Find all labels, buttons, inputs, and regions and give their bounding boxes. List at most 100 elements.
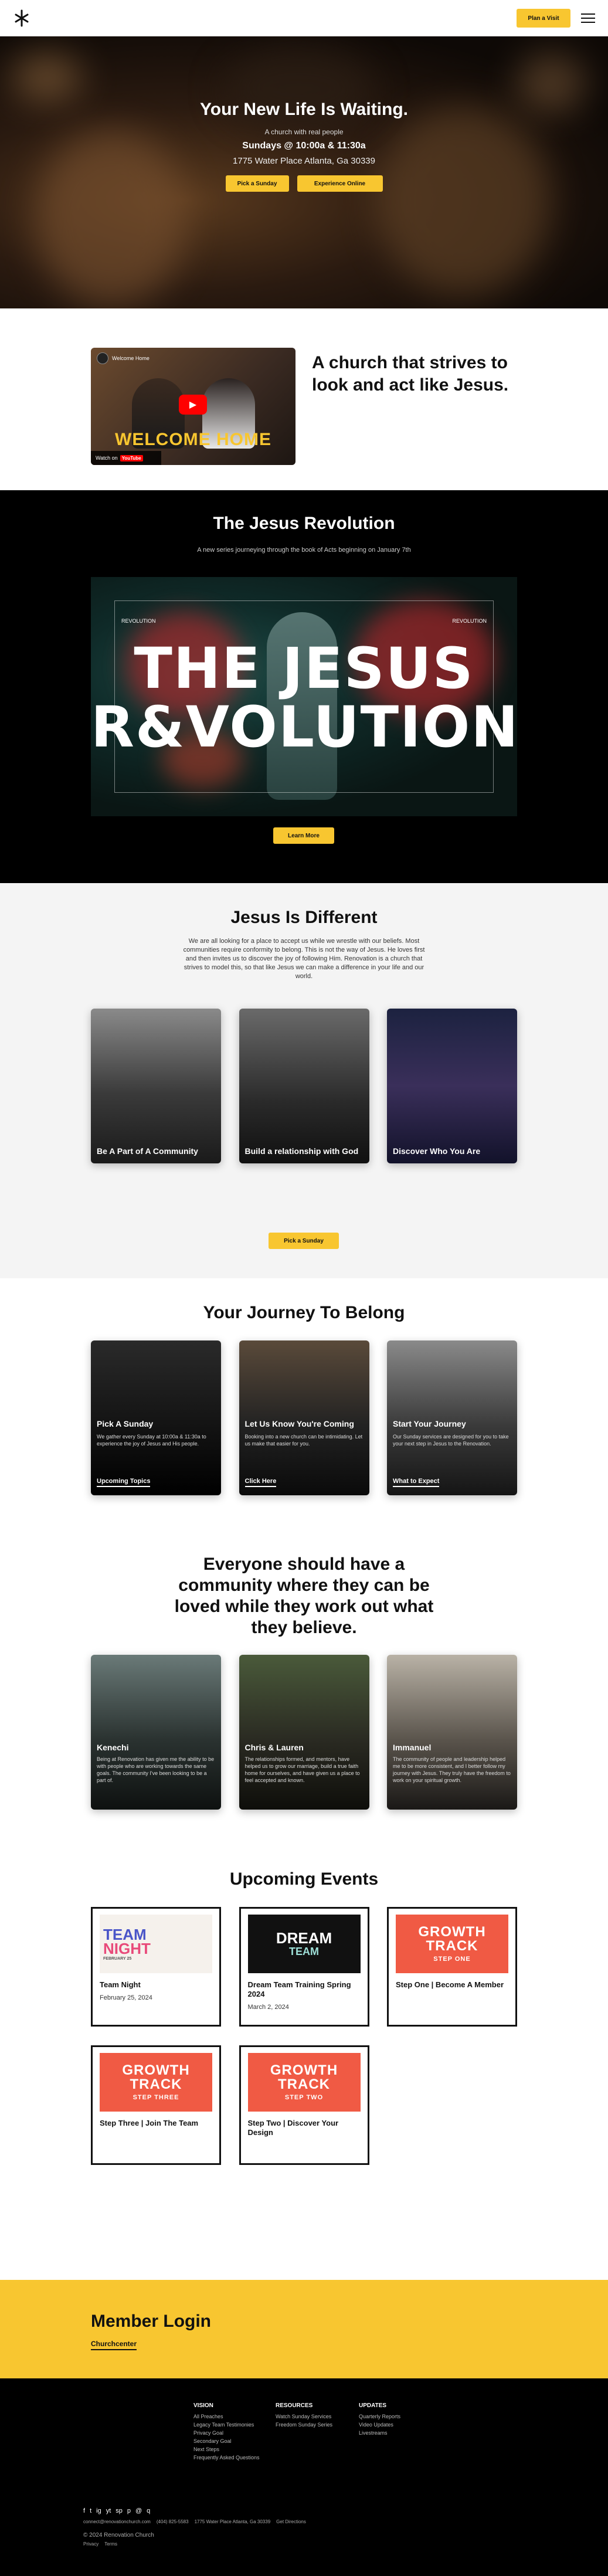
youtube-icon[interactable]: yt [106,2507,111,2514]
footer-link[interactable]: Frequently Asked Questions [193,2453,260,2462]
different-section: Jesus Is Different We are all looking fo… [0,883,608,1278]
footer-phone[interactable]: (404) 825-5583 [157,2519,189,2524]
upcoming-topics-link[interactable]: Upcoming Topics [97,1478,151,1487]
privacy-link[interactable]: Privacy [83,2541,98,2547]
thumb-line1: TEAM [103,1925,147,1943]
hero-section: Your New Life Is Waiting. A church with … [0,36,608,308]
footer-link[interactable]: Next Steps [193,2445,260,2453]
thumb-line2: NIGHT [103,1939,151,1957]
video-overlay-text: WELCOME HOME [115,430,271,449]
play-icon[interactable]: ▶ [179,395,207,415]
thumb-line2: TRACK [278,2076,330,2092]
journey-title: Your Journey To Belong [203,1303,405,1322]
terms-link[interactable]: Terms [104,2541,117,2547]
hero-title: Your New Life Is Waiting. [199,100,409,119]
events-grid: TEAM NIGHT FEBRUARY 25 Team Night Februa… [91,1907,517,2165]
learn-more-button[interactable]: Learn More [273,827,334,844]
event-title: Step Three | Join The Team [100,2119,199,2127]
member-login-title: Member Login [91,2312,212,2331]
footer-link[interactable]: Secondary Goal [193,2437,260,2445]
testimonial-name: Kenechi [97,1743,129,1752]
footer-link[interactable]: All Preaches [193,2412,260,2421]
art-title-line2: R&VOLUTION [91,694,517,760]
churchcenter-link[interactable]: Churchcenter [91,2340,137,2350]
thumb-sub: STEP THREE [133,2094,179,2101]
youtube-logo-icon: YouTube [120,454,143,461]
hamburger-menu-icon[interactable] [581,13,595,23]
event-thumbnail: TEAM NIGHT FEBRUARY 25 [100,1915,212,1973]
journey-card-title: Pick A Sunday [97,1419,154,1428]
series-title: The Jesus Revolution [213,514,395,533]
discover-card[interactable]: Discover Who You Are [387,1009,517,1163]
pick-sunday-button[interactable]: Pick a Sunday [225,175,289,192]
cross-logo-icon[interactable] [13,9,30,27]
footer-link[interactable]: Freedom Sunday Series [276,2421,332,2429]
event-card[interactable]: DREAM TEAM Dream Team Training Spring 20… [239,1907,369,2027]
journey-card: Let Us Know You're Coming Booking into a… [239,1340,369,1495]
facebook-icon[interactable]: f [83,2507,85,2514]
pick-sunday-button-2[interactable]: Pick a Sunday [269,1233,339,1249]
search-icon[interactable]: q [147,2507,150,2514]
video-channel: Welcome Home [97,352,150,364]
thumb-line2: TEAM [289,1946,319,1957]
relationship-card[interactable]: Build a relationship with God [239,1009,369,1163]
footer-email[interactable]: connect@renovationchurch.com [83,2519,151,2524]
twitter-icon[interactable]: t [90,2507,91,2514]
hero-content: Your New Life Is Waiting. A church with … [0,100,608,192]
footer-link[interactable]: Legacy Team Testimonies [193,2421,260,2429]
watch-on-label: Watch on [96,455,118,461]
testimonial-text: The community of people and leadership h… [393,1756,511,1783]
spotify-icon[interactable]: sp [116,2507,123,2514]
different-title: Jesus Is Different [230,908,378,927]
community-card[interactable]: Be A Part of A Community [91,1009,221,1163]
footer-link[interactable]: Watch Sunday Services [276,2412,332,2421]
event-thumbnail: GROWTH TRACK STEP TWO [247,2053,361,2112]
series-section: The Jesus Revolution A new series journe… [0,490,608,883]
series-artwork: REVOLUTION REVOLUTION THE JESUS R&VOLUTI… [91,577,517,816]
header-actions: Plan a Visit [517,9,595,28]
footer-resources: RESOURCES Watch Sunday Services Freedom … [276,2402,332,2429]
email-icon[interactable]: @ [135,2507,142,2514]
footer-link[interactable]: Quarterly Reports [359,2412,400,2421]
events-title: Upcoming Events [229,1869,379,1889]
experience-online-button[interactable]: Experience Online [297,175,383,192]
testimonial-name: Immanuel [393,1743,432,1752]
podcast-icon[interactable]: p [127,2507,131,2514]
testimonial-text: The relationships formed, and mentors, h… [244,1756,360,1783]
event-card[interactable]: GROWTH TRACK STEP ONE Step One | Become … [387,1907,517,2027]
thumb-line1: GROWTH [418,1924,486,1940]
footer-updates: UPDATES Quarterly Reports Video Updates … [359,2402,400,2437]
event-card[interactable]: TEAM NIGHT FEBRUARY 25 Team Night Februa… [91,1907,221,2027]
intro-tagline: A church that strives to look and act li… [312,353,509,395]
events-section: Upcoming Events TEAM NIGHT FEBRUARY 25 T… [0,1835,608,2280]
journey-card: Start Your Journey Our Sunday services a… [387,1340,517,1495]
event-title: Step Two | Discover Your Design [247,2119,339,2137]
footer-link[interactable]: Video Updates [359,2421,400,2429]
journey-card-text: We gather every Sunday at 10:00a & 11:30… [97,1434,206,1447]
event-card[interactable]: GROWTH TRACK STEP THREE Step Three | Joi… [91,2045,221,2165]
church-address: 1775 Water Place Atlanta, Ga 30339 [233,156,375,166]
card-label: Build a relationship with God [244,1146,359,1156]
community-title: Everyone should have a community where t… [174,1555,434,1637]
event-date: February 25, 2024 [100,1994,152,2001]
site-footer: VISION All Preaches Legacy Team Testimon… [0,2378,608,2576]
what-to-expect-link[interactable]: What to Expect [393,1478,440,1487]
plan-visit-button[interactable]: Plan a Visit [517,9,570,28]
click-here-link[interactable]: Click Here [244,1478,277,1487]
testimonial-text: Being at Renovation has given me the abi… [97,1756,215,1783]
footer-link[interactable]: Privacy Goal [193,2429,260,2437]
watch-on-youtube[interactable]: Watch on YouTube [91,451,161,465]
welcome-video[interactable]: Welcome Home ▶ WELCOME HOME Watch on You… [91,348,295,465]
event-date: March 2, 2024 [247,2004,289,2011]
card-label: Discover Who You Are [393,1146,481,1156]
event-card[interactable]: GROWTH TRACK STEP TWO Step Two | Discove… [239,2045,369,2165]
footer-heading: RESOURCES [276,2402,313,2409]
footer-link[interactable]: Livestreams [359,2429,400,2437]
different-paragraph: We are all looking for a place to accept… [183,938,425,980]
service-times: Sundays @ 10:00a & 11:30a [242,141,366,151]
site-header: Plan a Visit [0,0,608,36]
journey-card-text: Booking into a new church can be intimid… [244,1434,363,1447]
instagram-icon[interactable]: ig [96,2507,101,2514]
directions-link[interactable]: Get Directions [276,2519,306,2524]
journey-card-text: Our Sunday services are designed for you… [393,1434,509,1447]
